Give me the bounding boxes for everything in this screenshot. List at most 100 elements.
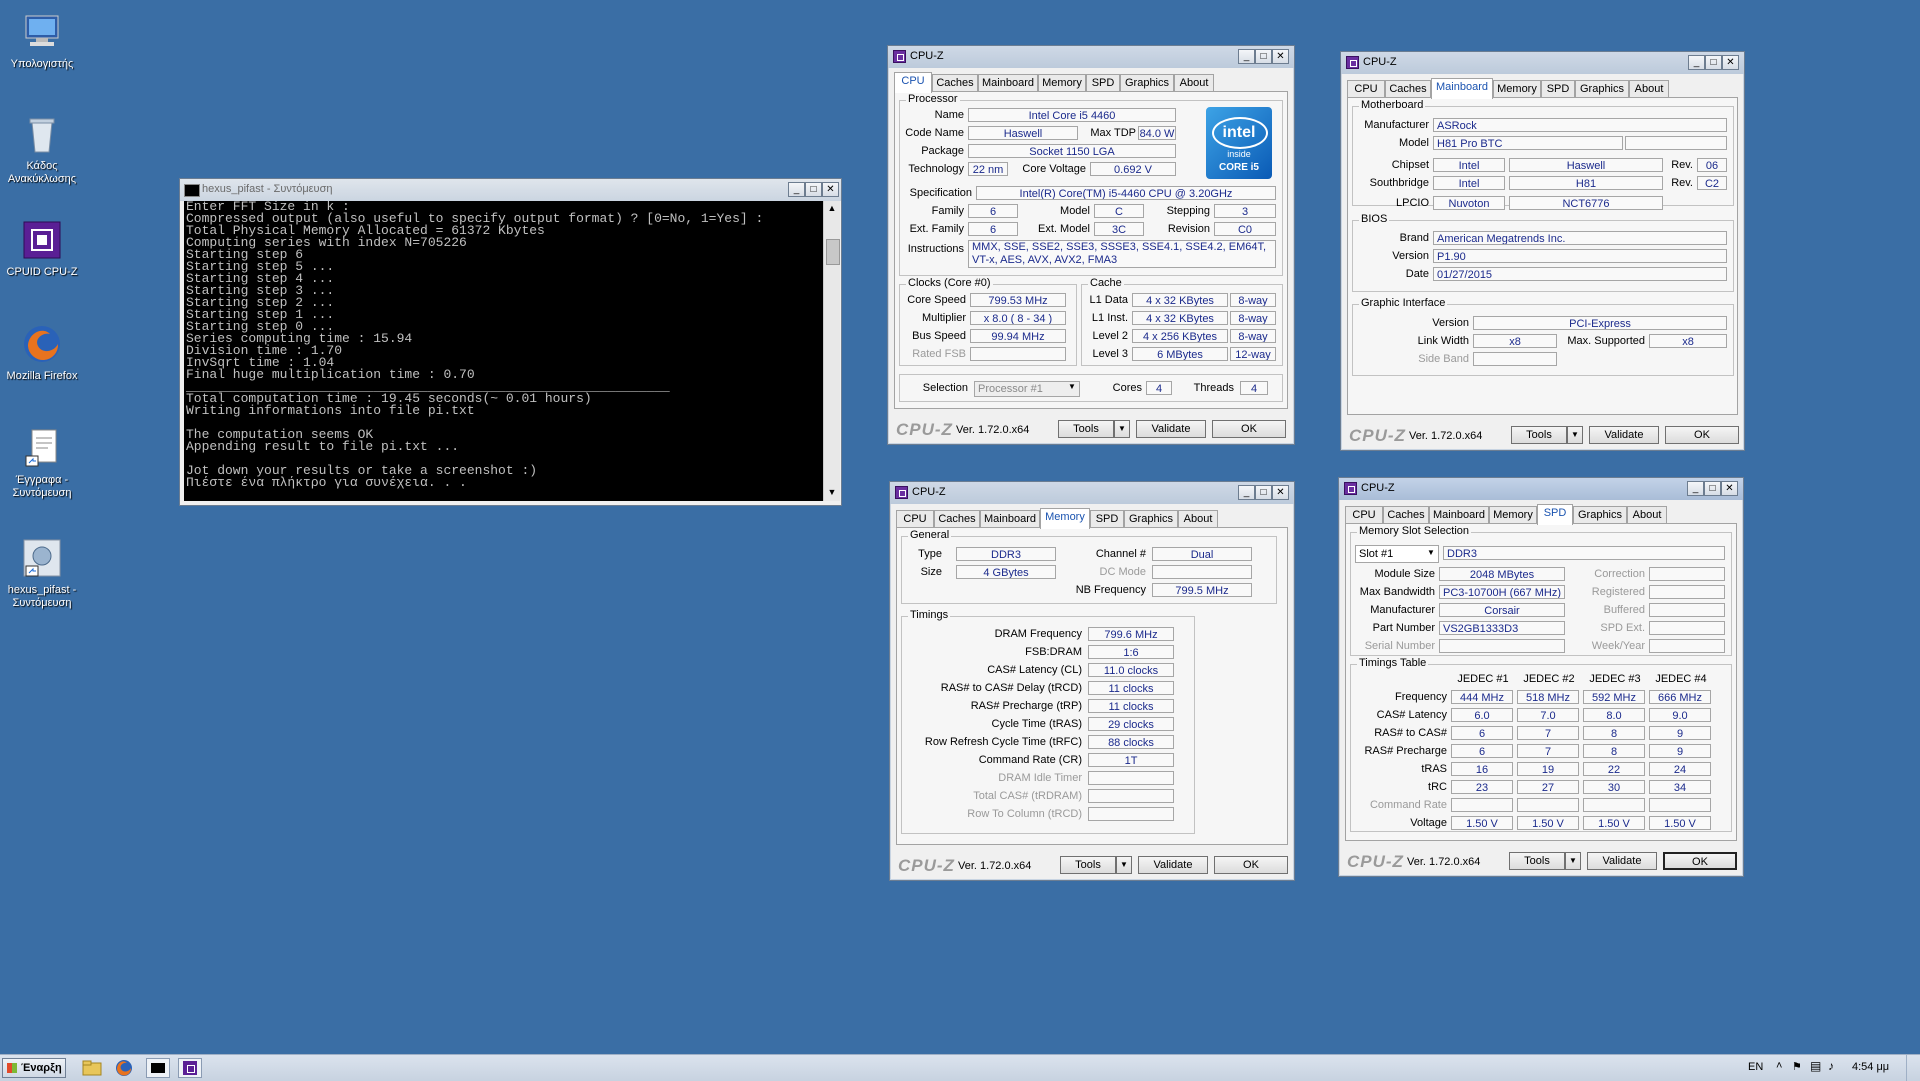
maximize-button[interactable]: □ (1705, 55, 1722, 70)
ok-button[interactable]: OK (1212, 420, 1286, 438)
firefox-taskbar-icon[interactable] (112, 1058, 136, 1078)
title-bar[interactable]: CPU-Z _ □ ✕ (1339, 478, 1743, 500)
console-title-bar[interactable]: hexus_pifast - Συντόμευση _ □ ✕ (180, 179, 841, 201)
validate-button[interactable]: Validate (1589, 426, 1659, 444)
minimize-button[interactable]: _ (1238, 49, 1255, 64)
minimize-button[interactable]: _ (1238, 485, 1255, 500)
timing-cell: 6 (1451, 726, 1513, 740)
tools-button[interactable]: Tools (1060, 856, 1116, 874)
minimize-button[interactable]: _ (788, 182, 805, 197)
tab-mainboard[interactable]: Mainboard (980, 510, 1040, 528)
tab-memory[interactable]: Memory (1038, 74, 1086, 92)
package-label: Package (921, 145, 964, 157)
show-desktop-button[interactable] (1906, 1055, 1919, 1081)
minimize-button[interactable]: _ (1687, 481, 1704, 496)
close-button[interactable]: ✕ (1272, 49, 1289, 64)
title-bar[interactable]: CPU-Z _ □ ✕ (888, 46, 1294, 68)
chevron-down-icon[interactable]: ▼ (1066, 382, 1078, 394)
tools-button[interactable]: Tools (1511, 426, 1567, 444)
maximize-button[interactable]: □ (805, 182, 822, 197)
close-button[interactable]: ✕ (822, 182, 839, 197)
validate-button[interactable]: Validate (1136, 420, 1206, 438)
close-button[interactable]: ✕ (1721, 481, 1738, 496)
tools-button[interactable]: Tools (1058, 420, 1114, 438)
ok-button[interactable]: OK (1663, 852, 1737, 870)
file-explorer-taskbar-icon[interactable] (80, 1058, 104, 1078)
title-bar[interactable]: CPU-Z _ □ ✕ (1341, 52, 1744, 74)
language-indicator[interactable]: EN (1748, 1061, 1763, 1073)
tab-memory[interactable]: Memory (1040, 508, 1090, 529)
clock[interactable]: 4:54 μμ (1852, 1061, 1889, 1073)
tab-memory[interactable]: Memory (1493, 80, 1541, 98)
tab-graphics[interactable]: Graphics (1575, 80, 1629, 98)
tab-caches[interactable]: Caches (1383, 506, 1429, 524)
network-icon[interactable]: ▤ (1810, 1059, 1821, 1073)
tab-about[interactable]: About (1627, 506, 1667, 524)
tab-spd[interactable]: SPD (1541, 80, 1575, 98)
tab-spd[interactable]: SPD (1086, 74, 1120, 92)
cpuz-window-spd[interactable]: CPU-Z _ □ ✕ CPU Caches Mainboard Memory … (1338, 477, 1744, 877)
tab-spd[interactable]: SPD (1537, 504, 1573, 525)
tab-caches[interactable]: Caches (934, 510, 980, 528)
tab-about[interactable]: About (1629, 80, 1669, 98)
validate-button[interactable]: Validate (1587, 852, 1657, 870)
tools-dropdown-icon[interactable]: ▼ (1114, 420, 1130, 438)
tab-mainboard[interactable]: Mainboard (1429, 506, 1489, 524)
show-hidden-icons-icon[interactable]: ˄ (1776, 1060, 1782, 1072)
ok-button[interactable]: OK (1214, 856, 1288, 874)
scroll-down-icon[interactable]: ▼ (826, 487, 838, 499)
desktop-icon-recycle-bin[interactable]: Κάδος Ανακύκλωσης (5, 112, 79, 186)
tab-cpu[interactable]: CPU (896, 510, 934, 528)
flag-icon[interactable]: ⚑ (1792, 1060, 1802, 1073)
tab-cpu[interactable]: CPU (1345, 506, 1383, 524)
ok-button[interactable]: OK (1665, 426, 1739, 444)
tab-graphics[interactable]: Graphics (1573, 506, 1627, 524)
tab-caches[interactable]: Caches (1385, 80, 1431, 98)
chevron-down-icon[interactable]: ▼ (1425, 548, 1437, 560)
tab-mainboard[interactable]: Mainboard (978, 74, 1038, 92)
minimize-button[interactable]: _ (1688, 55, 1705, 70)
desktop-icon-pifast[interactable]: hexus_pifast - Συντόμευση (5, 536, 79, 610)
close-button[interactable]: ✕ (1272, 485, 1289, 500)
desktop-icon-documents[interactable]: Έγγραφα - Συντόμευση (5, 426, 79, 500)
desktop-icon-computer[interactable]: Υπολογιστής (5, 10, 79, 71)
tab-caches[interactable]: Caches (932, 74, 978, 92)
console-taskbar-icon[interactable] (146, 1058, 170, 1078)
tools-dropdown-icon[interactable]: ▼ (1565, 852, 1581, 870)
tab-memory[interactable]: Memory (1489, 506, 1537, 524)
group-label: BIOS (1359, 213, 1390, 225)
cpuz-taskbar-icon[interactable] (178, 1058, 202, 1078)
console-icon (184, 184, 200, 197)
console-window[interactable]: hexus_pifast - Συντόμευση _ □ ✕ Enter FF… (179, 178, 842, 506)
console-output[interactable]: Enter FFT Size in k : Compressed output (… (184, 201, 825, 501)
tab-about[interactable]: About (1178, 510, 1218, 528)
scroll-up-icon[interactable]: ▲ (826, 203, 838, 215)
tools-dropdown-icon[interactable]: ▼ (1116, 856, 1132, 874)
start-button[interactable]: Έναρξη (2, 1058, 66, 1078)
console-scrollbar[interactable]: ▲ ▼ (823, 201, 840, 501)
tab-cpu[interactable]: CPU (894, 72, 932, 93)
tab-about[interactable]: About (1174, 74, 1214, 92)
tools-dropdown-icon[interactable]: ▼ (1567, 426, 1583, 444)
cpuz-window-cpu[interactable]: CPU-Z _ □ ✕ CPU Caches Mainboard Memory … (887, 45, 1295, 445)
tab-mainboard[interactable]: Mainboard (1431, 78, 1493, 99)
title-bar[interactable]: CPU-Z _ □ ✕ (890, 482, 1294, 504)
maximize-button[interactable]: □ (1255, 485, 1272, 500)
volume-icon[interactable]: ♪ (1828, 1059, 1834, 1073)
tab-graphics[interactable]: Graphics (1120, 74, 1174, 92)
cpuz-window-mainboard[interactable]: CPU-Z _ □ ✕ CPU Caches Mainboard Memory … (1340, 51, 1745, 451)
close-button[interactable]: ✕ (1722, 55, 1739, 70)
tab-spd[interactable]: SPD (1090, 510, 1124, 528)
scroll-thumb[interactable] (826, 239, 840, 265)
selection-dropdown[interactable]: Processor #1 (974, 381, 1080, 397)
tab-graphics[interactable]: Graphics (1124, 510, 1178, 528)
maximize-button[interactable]: □ (1704, 481, 1721, 496)
validate-button[interactable]: Validate (1138, 856, 1208, 874)
cpuz-window-memory[interactable]: CPU-Z _ □ ✕ CPU Caches Mainboard Memory … (889, 481, 1295, 881)
desktop-icon-cpuz[interactable]: CPUID CPU-Z (5, 218, 79, 279)
tools-button[interactable]: Tools (1509, 852, 1565, 870)
selection-label: Selection (922, 382, 968, 394)
desktop-icon-firefox[interactable]: Mozilla Firefox (5, 322, 79, 383)
maximize-button[interactable]: □ (1255, 49, 1272, 64)
tab-cpu[interactable]: CPU (1347, 80, 1385, 98)
